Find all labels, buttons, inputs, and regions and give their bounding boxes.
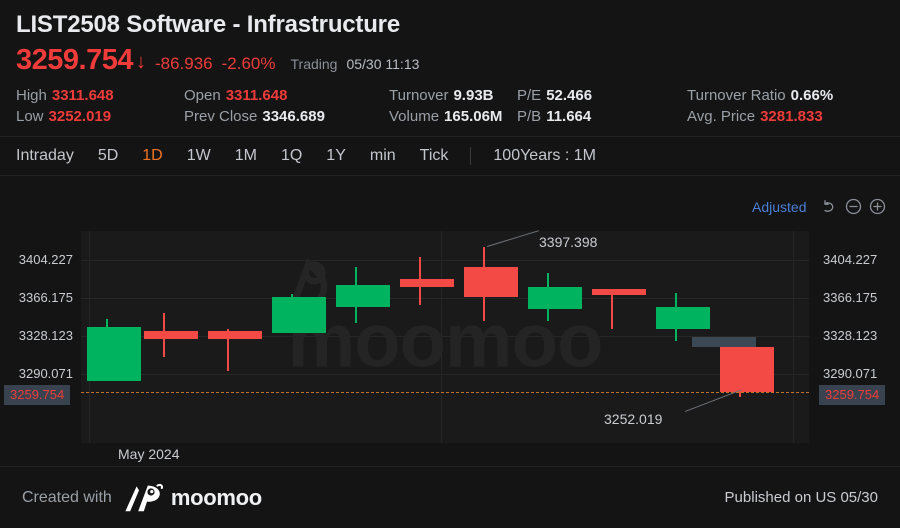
stat-label: P/B (517, 108, 542, 125)
gridline-h (81, 260, 809, 261)
last-price-line (81, 392, 809, 393)
stat-value: 3346.689 (262, 108, 325, 125)
tab-1y[interactable]: 1Y (314, 136, 358, 176)
gap-indicator-bar (692, 337, 756, 347)
last-price: 3259.754 (16, 44, 133, 76)
tab-1q[interactable]: 1Q (269, 136, 314, 176)
quote-timestamp: 05/30 11:13 (346, 56, 420, 72)
stat-label: Volume (389, 108, 440, 125)
price-summary: 3259.754 ↓ -86.936 -2.60% Trading 05/30 … (16, 44, 884, 80)
stat-pe: P/E 52.466 (517, 87, 687, 104)
y-axis-right-tick-1: 3404.227 (823, 252, 878, 267)
stat-low: Low 3252.019 (16, 108, 184, 125)
price-change: -86.936 (154, 54, 213, 73)
tab-intraday[interactable]: Intraday (16, 136, 86, 176)
minus-circle-icon[interactable] (845, 198, 862, 215)
y-axis-left-tick-4: 3290.071 (18, 366, 73, 381)
app-window: LIST2508 Software - Infrastructure 3259.… (0, 0, 900, 528)
stat-label: High (16, 87, 47, 104)
stat-high: High 3311.648 (16, 87, 184, 104)
annotation-leader-high (487, 230, 539, 247)
stat-value: 0.66% (790, 87, 834, 104)
y-axis-left-tick-1: 3404.227 (18, 252, 73, 267)
moomoo-bull-logo (125, 483, 163, 511)
stat-label: Low (16, 108, 44, 125)
x-axis-date-label: May 2024 (118, 446, 180, 462)
brand-name: moomoo (170, 484, 262, 510)
stat-label: Prev Close (184, 108, 258, 125)
y-axis-right-tick-4: 3290.071 (823, 366, 878, 381)
brand-block: moomoo (123, 483, 262, 513)
y-axis-left-tick-2: 3366.175 (18, 290, 73, 305)
stat-open: Open 3311.648 (184, 87, 389, 104)
price-chart[interactable]: 3404.227 3366.175 3328.123 3290.071 3259… (0, 228, 900, 462)
stat-avg-price: Avg. Price 3281.833 (687, 108, 884, 125)
tab-100years-1m[interactable]: 100Years : 1M (481, 136, 608, 176)
y-axis-left-last-price: 3259.754 (4, 385, 71, 405)
down-arrow-icon: ↓ (135, 51, 146, 73)
stat-label: Turnover Ratio (687, 87, 786, 104)
created-with-block: Created with moomoo (22, 483, 262, 513)
created-with-label: Created with (22, 488, 112, 506)
stat-turnover-ratio: Turnover Ratio 0.66% (687, 87, 884, 104)
stat-label: Turnover (389, 87, 449, 104)
tab-1m[interactable]: 1M (223, 136, 269, 176)
stat-label: Open (184, 87, 221, 104)
stat-volume: Volume 165.06M (389, 108, 517, 125)
stat-turnover: Turnover 9.93B (389, 87, 517, 104)
chart-toolbar: Adjusted (752, 198, 886, 215)
y-axis-left-tick-3: 3328.123 (18, 328, 73, 343)
stat-label: P/E (517, 87, 542, 104)
stat-value: 3252.019 (48, 108, 112, 125)
stat-value: 52.466 (546, 87, 593, 104)
annotation-period-high: 3397.398 (539, 234, 598, 250)
price-change-percent: -2.60% (221, 54, 276, 73)
tab-divider (470, 147, 472, 165)
stats-grid: High 3311.648 Open 3311.648 Turnover 9.93B … (16, 87, 884, 125)
stat-value: 11.664 (546, 108, 592, 125)
plot-area[interactable]: moomoo 3397.398 3252.019 (81, 230, 809, 443)
y-axis-right-tick-2: 3366.175 (823, 290, 878, 305)
page-title: LIST2508 Software - Infrastructure (16, 11, 400, 38)
plus-circle-icon[interactable] (869, 198, 886, 215)
undo-icon[interactable] (821, 198, 838, 215)
stat-value: 3311.648 (225, 87, 288, 104)
stat-value: 165.06M (444, 108, 503, 125)
published-label: Published on US 05/30 (724, 489, 878, 506)
tab-tick[interactable]: Tick (408, 136, 461, 176)
y-axis-right-tick-3: 3328.123 (823, 328, 878, 343)
y-axis-right-last-price: 3259.754 (819, 385, 886, 405)
market-status: Trading (290, 56, 338, 72)
tab-min[interactable]: min (358, 136, 408, 176)
tab-1d[interactable]: 1D (130, 136, 174, 176)
stat-pb: P/B 11.664 (517, 108, 687, 125)
stat-value: 3281.833 (760, 108, 823, 125)
tab-1w[interactable]: 1W (175, 136, 223, 176)
stat-label: Avg. Price (687, 108, 756, 125)
stat-value: 3311.648 (51, 87, 114, 104)
stat-prev-close: Prev Close 3346.689 (184, 108, 389, 125)
adjusted-toggle[interactable]: Adjusted (752, 199, 814, 215)
gridline-v (793, 231, 794, 443)
quote-header: LIST2508 Software - Infrastructure 3259.… (0, 0, 900, 125)
timeframe-tabs: Intraday 5D 1D 1W 1M 1Q 1Y min Tick 100Y… (0, 136, 900, 176)
footer: Created with moomoo Published on US 05/3… (0, 466, 900, 528)
stat-value: 9.93B (453, 87, 494, 104)
tab-5d[interactable]: 5D (86, 136, 130, 176)
annotation-period-low: 3252.019 (604, 411, 663, 427)
